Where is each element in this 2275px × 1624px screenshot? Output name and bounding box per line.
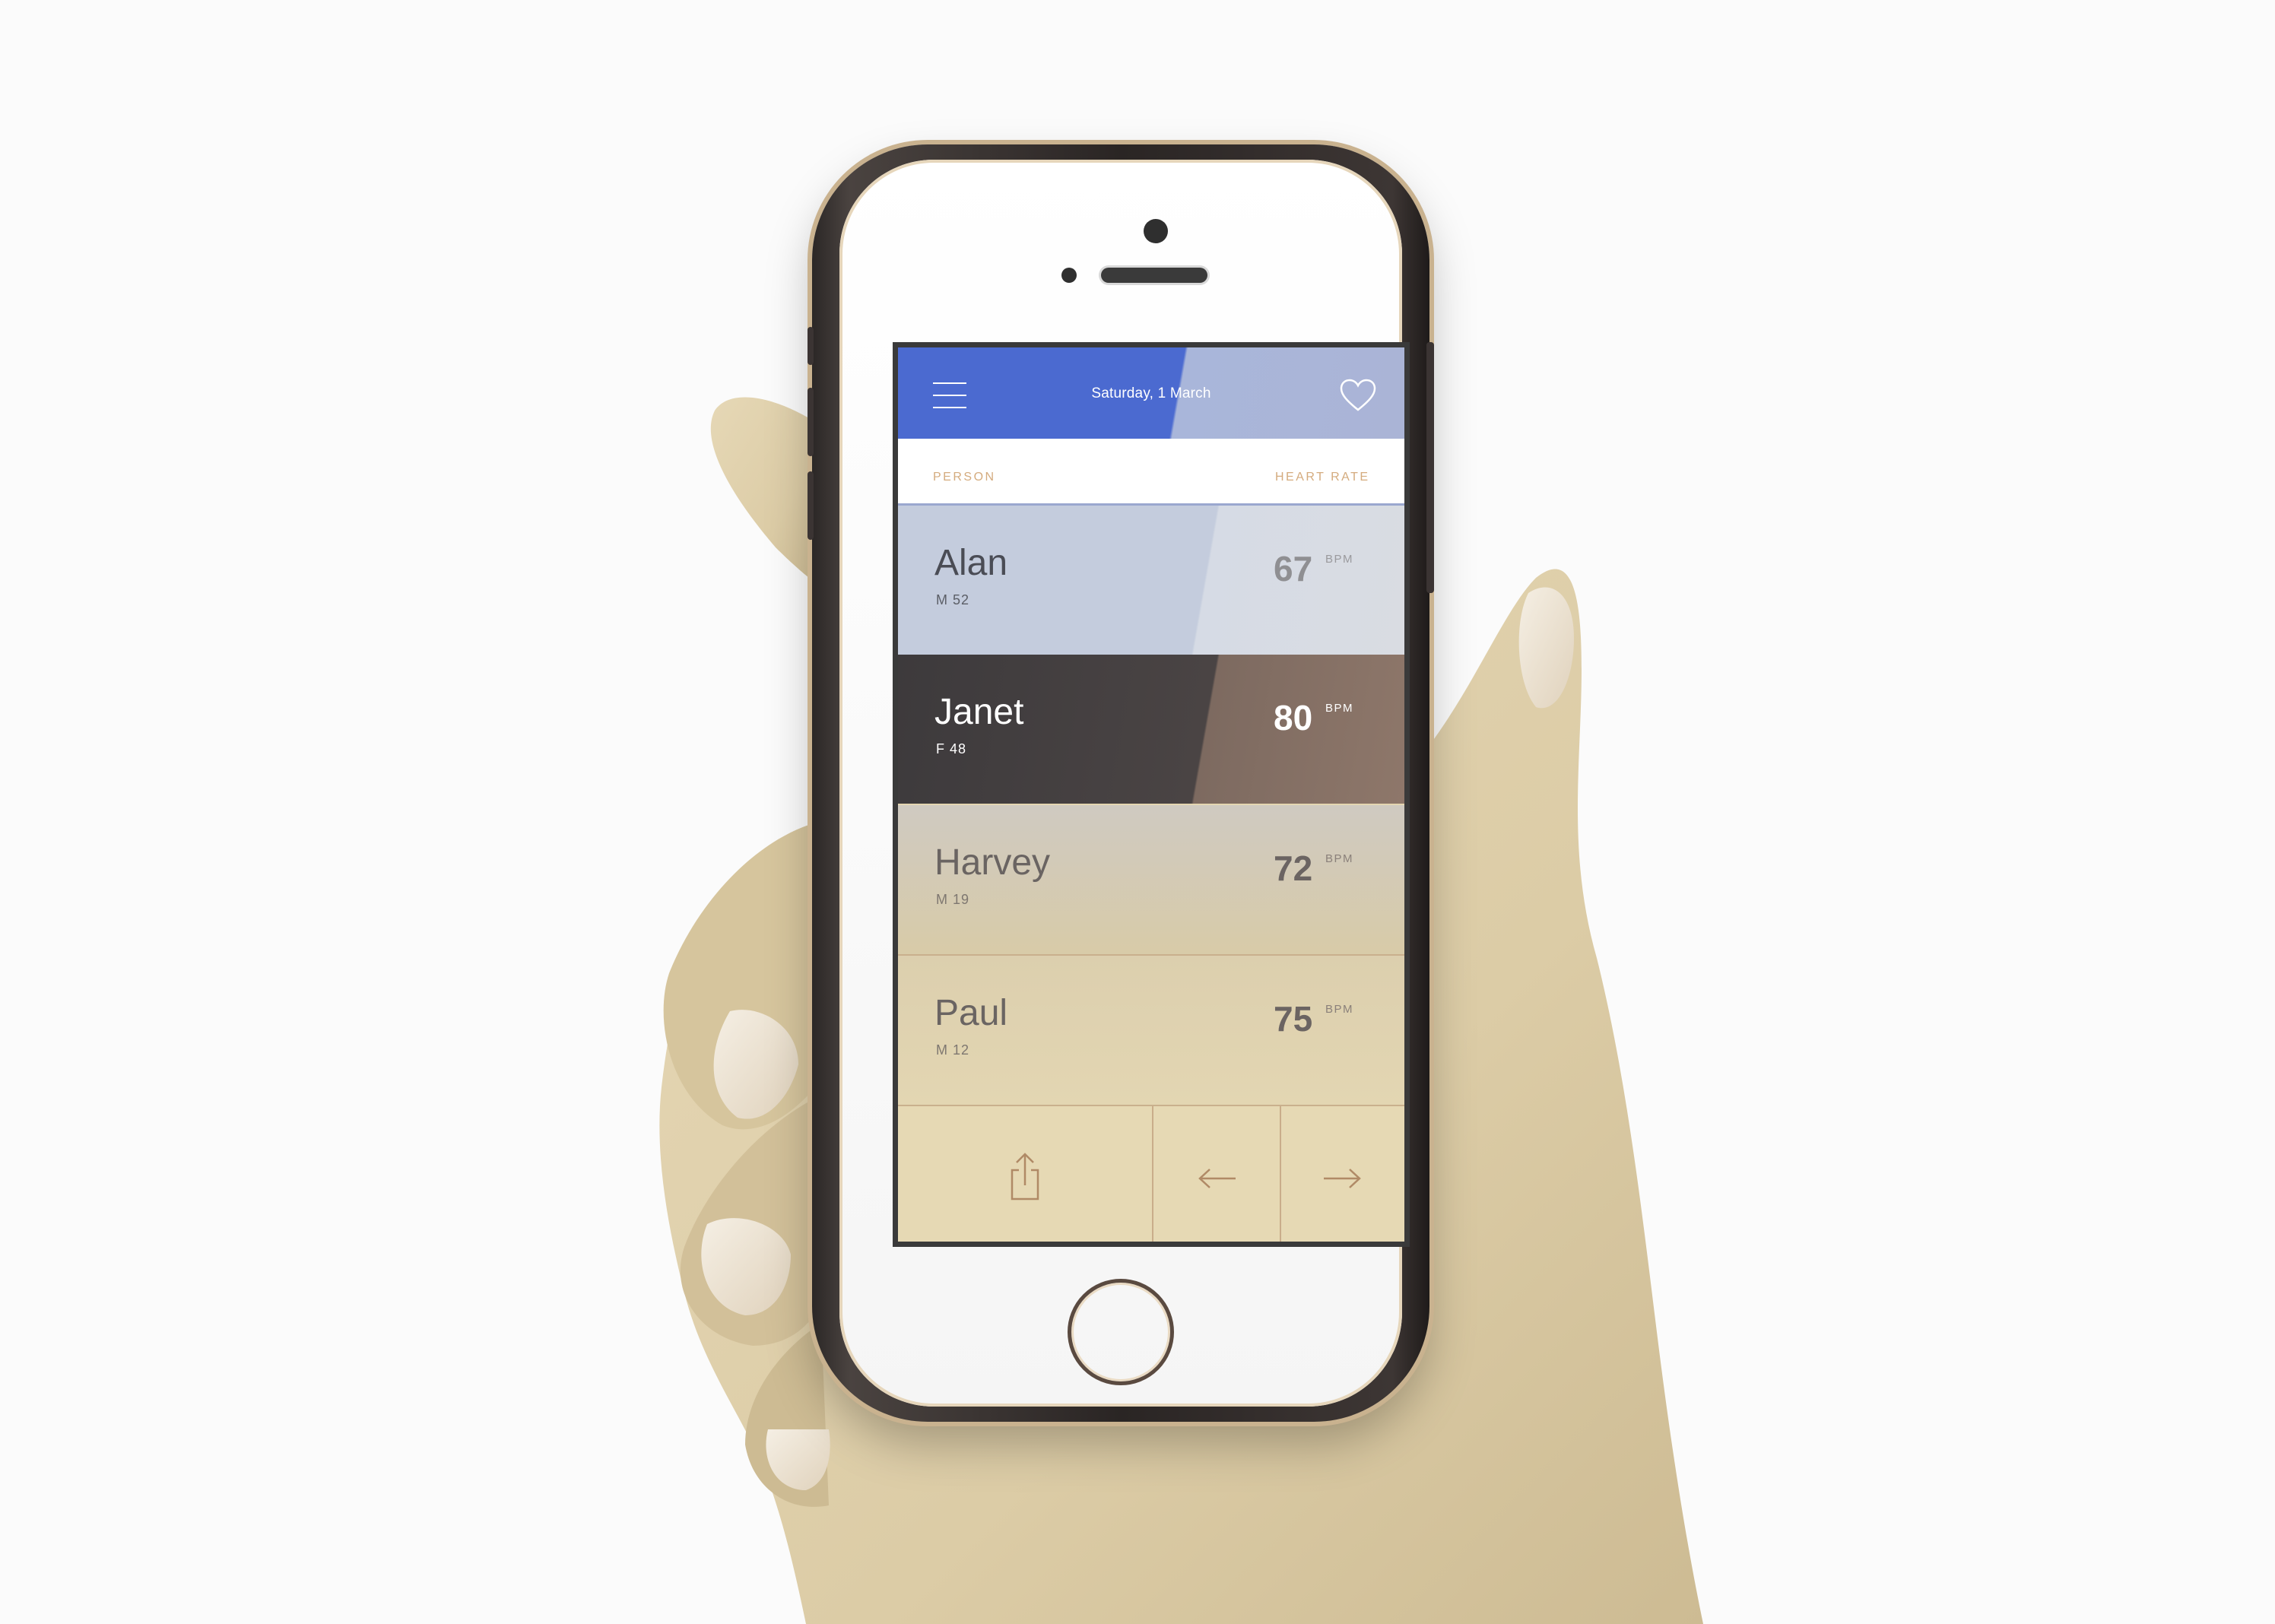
fingers-overlay: [0, 0, 2275, 1624]
stage: Saturday, 1 March PERSON HEART RATE Alan…: [0, 0, 2275, 1624]
